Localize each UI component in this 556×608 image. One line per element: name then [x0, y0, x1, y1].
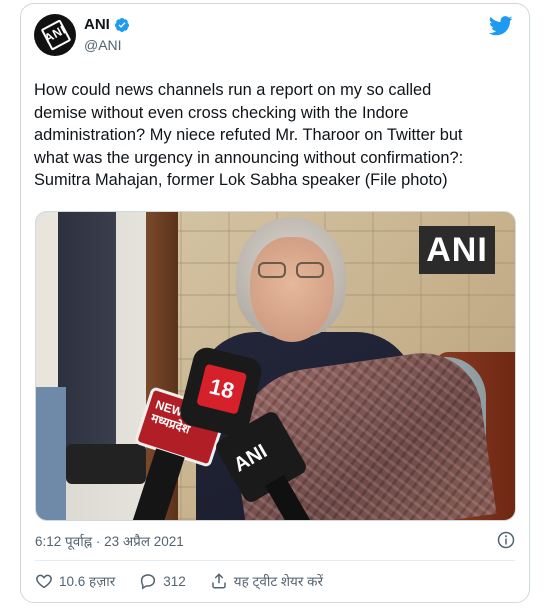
photo-woman-face — [250, 237, 334, 342]
heart-icon — [36, 574, 52, 589]
account-avatar[interactable]: ANI — [34, 14, 76, 56]
photo-person-shirt — [36, 212, 58, 392]
mic-18-label: 18 — [196, 363, 248, 415]
like-count: 10.6 हज़ार — [59, 574, 116, 589]
share-label: यह ट्वीट शेयर करें — [233, 574, 324, 589]
actions-divider — [35, 560, 515, 561]
reply-bubble-icon — [141, 574, 156, 590]
share-icon — [212, 573, 226, 589]
ani-watermark: ANI — [419, 226, 495, 274]
verified-badge-icon — [114, 17, 129, 32]
ani-mic-label: ANI — [230, 440, 271, 477]
info-icon[interactable] — [497, 531, 515, 549]
share-button[interactable]: यह ट्वीट शेयर करें — [210, 572, 323, 590]
twitter-bird-icon[interactable] — [489, 16, 513, 36]
tweet-text: How could news channels run a report on … — [34, 81, 464, 189]
reply-button[interactable]: 312 — [139, 572, 186, 590]
photo-person-pants — [36, 387, 66, 520]
reply-count: 312 — [163, 573, 186, 589]
tweet-actions: 10.6 हज़ार 312 यह ट्वीट शेयर करें — [35, 572, 347, 590]
account-handle[interactable]: @ANI — [84, 37, 122, 53]
like-button[interactable]: 10.6 हज़ार — [35, 572, 115, 590]
tweet-timestamp[interactable]: 6:12 पूर्वाह्न · 23 अप्रैल 2021 — [35, 532, 184, 550]
tweet-photo[interactable]: NEWS 18 मध्यप्रदेश 18 ANI ANI — [35, 211, 516, 521]
account-name-row[interactable]: ANI — [84, 16, 130, 33]
display-name[interactable]: ANI — [84, 16, 110, 33]
photo-desk-phone — [66, 444, 146, 484]
photo-glasses — [256, 262, 328, 278]
tweet-card[interactable]: ANI ANI @ANI How could news channels run… — [20, 3, 530, 603]
